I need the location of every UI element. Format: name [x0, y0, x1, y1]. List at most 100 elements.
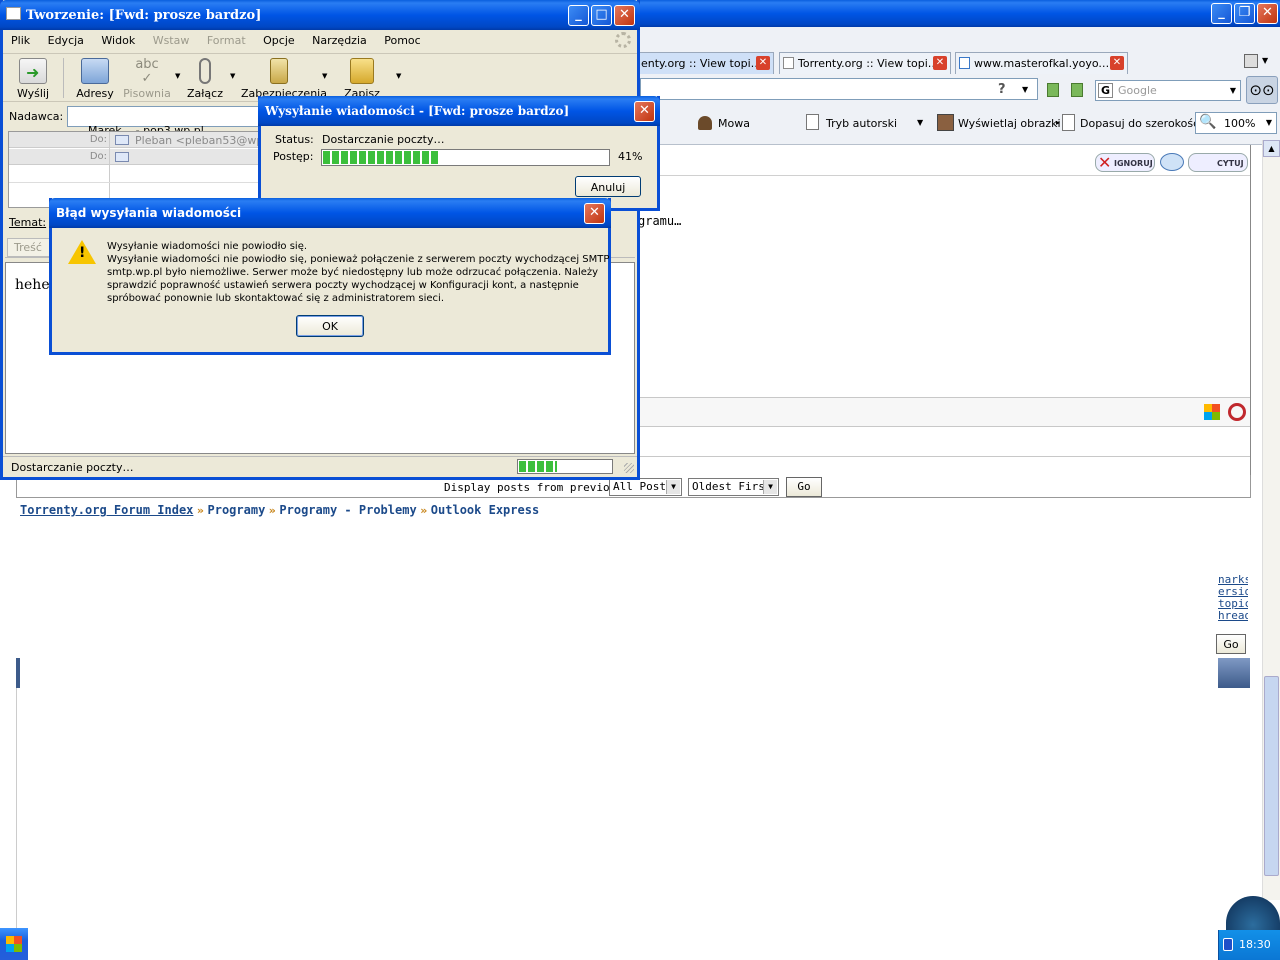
tab-torrenty-2[interactable]: Torrenty.org :: View topi… ✕ — [779, 52, 951, 74]
mowa-button[interactable]: Mowa — [718, 117, 750, 130]
glasses-icon[interactable]: ⊙⊙ — [1246, 76, 1278, 104]
minimize-button[interactable]: _ — [568, 5, 589, 26]
scroll-thumb[interactable] — [1264, 676, 1279, 876]
breadcrumb-sep: » — [268, 504, 276, 517]
go-button[interactable]: Go — [786, 477, 822, 497]
close-tab-icon[interactable]: ✕ — [756, 56, 770, 70]
quote-label: CYTUJ — [1217, 159, 1244, 168]
breadcrumb-outlook-express[interactable]: Outlook Express — [431, 503, 539, 517]
windows-flag-icon[interactable] — [1204, 404, 1220, 420]
tab-torrenty-1[interactable]: enty.org :: View topi… ✕ — [636, 52, 774, 74]
ignore-button[interactable]: ✕ IGNORUJ — [1095, 153, 1155, 172]
breadcrumb-programy-problemy[interactable]: Programy - Problemy — [279, 503, 416, 517]
tryb-dropdown-icon[interactable]: ▼ — [917, 118, 923, 127]
search-dropdown-icon[interactable]: ▼ — [1230, 86, 1236, 95]
address-dropdown-icon[interactable]: ▼ — [1022, 85, 1028, 94]
close-button[interactable]: ✕ — [614, 5, 635, 26]
spelling-button[interactable]: abc ✓ Pisownia — [123, 58, 171, 101]
menu-format[interactable]: Format — [207, 34, 246, 47]
start-button[interactable] — [0, 928, 28, 960]
post-divider — [638, 175, 1250, 176]
menu-pomoc[interactable]: Pomoc — [384, 34, 420, 47]
tray-globe-icon — [1226, 896, 1280, 932]
to-label: Do: — [89, 151, 107, 162]
all-posts-select[interactable]: All Posts ▼ — [609, 478, 682, 496]
attach-dropdown-icon[interactable]: ▼ — [230, 72, 235, 80]
recipient-row[interactable]: Do: — [9, 149, 267, 165]
menu-plik[interactable]: Plik — [11, 34, 30, 47]
side-link-thread[interactable]: hread — [1218, 610, 1248, 622]
save-as-dropdown-icon[interactable]: ▼ — [396, 72, 401, 80]
error-line: smtp.wp.pl było niemożliwe. Serwer może … — [107, 267, 599, 278]
cancel-button[interactable]: Anuluj — [575, 176, 641, 197]
zoom-dropdown-icon[interactable]: ▼ — [1266, 118, 1272, 127]
quote-bubble-icon[interactable] — [1160, 153, 1184, 171]
progress-dialog: Wysyłanie wiadomości - [Fwd: prosze bard… — [258, 96, 660, 211]
menu-narzedzia[interactable]: Narzędzia — [312, 34, 367, 47]
status-bar: Dostarczanie poczty… — [3, 456, 637, 477]
opera-icon[interactable] — [1228, 403, 1246, 421]
recipient-value: Pleban <pleban53@wp.pl — [135, 134, 277, 147]
recipient-type-dropdown[interactable]: Do: — [11, 134, 107, 146]
ok-button[interactable]: OK — [296, 315, 364, 337]
menu-opcje[interactable]: Opcje — [263, 34, 295, 47]
search-input[interactable]: G Google ▼ — [1095, 80, 1241, 101]
security-button[interactable]: Zabezpieczenia — [241, 58, 327, 100]
address-bar[interactable] — [640, 78, 1038, 100]
status-progress-fill — [519, 461, 557, 472]
error-dialog-titlebar: Błąd wysyłania wiadomości ✕ — [49, 198, 611, 228]
order-select[interactable]: Oldest First ▼ — [688, 478, 779, 496]
help-icon[interactable]: ? — [998, 82, 1006, 97]
zoom-control[interactable]: 🔍 100% ▼ — [1195, 112, 1277, 134]
body-tab[interactable]: Treść — [7, 238, 53, 257]
chevron-down-icon: ▼ — [763, 480, 777, 494]
menu-widok[interactable]: Widok — [101, 34, 135, 47]
send-button[interactable]: ➜ Wyślij — [13, 58, 53, 100]
recipient-type-dropdown[interactable]: Do: — [11, 151, 107, 163]
tab-masterofkal[interactable]: www.masterofkal.yoyo.… ✕ — [955, 52, 1128, 74]
scroll-up-arrow[interactable]: ▲ — [1263, 140, 1280, 157]
close-button[interactable]: ✕ — [634, 101, 655, 122]
minimize-button[interactable]: _ — [1211, 3, 1232, 24]
all-posts-value: All Posts — [613, 480, 673, 493]
attach-button[interactable]: Załącz — [185, 58, 225, 100]
contact-card-icon — [115, 152, 129, 162]
close-button[interactable]: ✕ — [584, 203, 605, 224]
resize-grip-icon[interactable] — [624, 463, 634, 473]
browser-titlebar: _ ❐ ✕ — [640, 0, 1280, 27]
tryb-autorski-button[interactable]: Tryb autorski — [826, 117, 897, 130]
body-tab-label: Treść — [14, 241, 42, 254]
arrow-icon: ▸ — [1056, 118, 1061, 127]
fit-width-button[interactable]: Dopasuj do szerokości — [1080, 117, 1202, 130]
compose-title: Tworzenie: [Fwd: prosze bardzo] — [26, 8, 262, 23]
image-icon — [937, 114, 954, 131]
back-page-icon[interactable] — [1071, 83, 1083, 97]
show-images-button[interactable]: Wyświetlaj obrazki — [958, 117, 1061, 130]
menu-edycja[interactable]: Edycja — [48, 34, 84, 47]
vertical-scrollbar[interactable]: ▲ — [1262, 140, 1280, 900]
close-tab-icon[interactable]: ✕ — [933, 56, 947, 70]
recipient-row[interactable]: Do: Pleban <pleban53@wp.pl — [9, 132, 277, 148]
sender-field[interactable]: Marek - pop3.wp.pl — [67, 106, 267, 137]
post-row — [638, 437, 1250, 457]
addresses-button[interactable]: Adresy — [73, 58, 117, 100]
breadcrumb-forum-index[interactable]: Torrenty.org Forum Index — [20, 503, 193, 517]
throbber-icon — [615, 32, 631, 48]
lock-icon — [270, 58, 288, 84]
forward-page-icon[interactable] — [1047, 83, 1059, 97]
close-tab-icon[interactable]: ✕ — [1110, 56, 1124, 70]
breadcrumb-programy[interactable]: Programy — [208, 503, 266, 517]
error-line: Wysyłanie wiadomości nie powiodło się, p… — [107, 254, 610, 265]
maximize-button[interactable]: □ — [591, 5, 612, 26]
trash-dropdown-icon[interactable]: ▼ — [1262, 56, 1268, 65]
close-button[interactable]: ✕ — [1257, 3, 1278, 24]
compose-titlebar: Tworzenie: [Fwd: prosze bardzo] _ □ ✕ — [0, 0, 640, 30]
tray-icon[interactable] — [1223, 938, 1233, 951]
trash-icon[interactable] — [1244, 54, 1258, 68]
quote-button[interactable]: CYTUJ — [1188, 153, 1248, 172]
menu-wstaw[interactable]: Wstaw — [153, 34, 190, 47]
spelling-dropdown-icon[interactable]: ▼ — [175, 72, 180, 80]
security-dropdown-icon[interactable]: ▼ — [322, 72, 327, 80]
go-button-2[interactable]: Go — [1216, 634, 1246, 654]
restore-button[interactable]: ❐ — [1234, 3, 1255, 24]
